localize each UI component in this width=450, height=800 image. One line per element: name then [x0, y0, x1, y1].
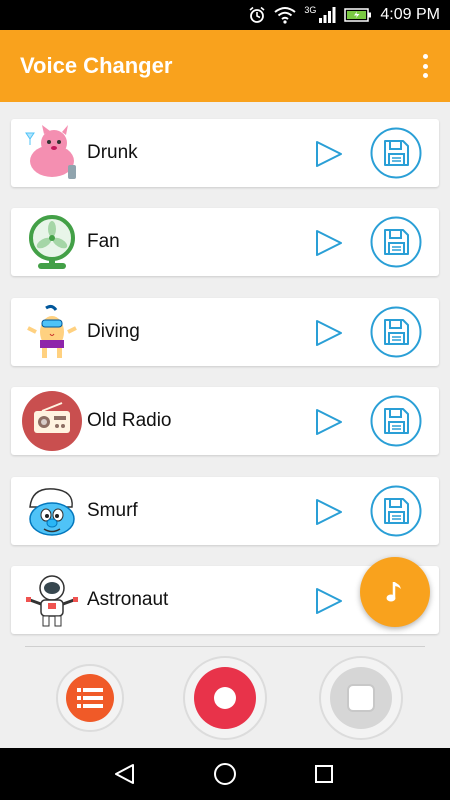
play-outline-icon[interactable]: [311, 405, 345, 439]
effect-name: Smurf: [87, 500, 138, 521]
drunk-cat-icon: [25, 125, 76, 179]
record-button[interactable]: [182, 655, 268, 741]
play-outline-icon[interactable]: [311, 226, 345, 260]
battery-icon: [344, 8, 372, 22]
list-item[interactable]: Old Radio: [11, 387, 439, 455]
app-bar: Voice Changer: [0, 30, 450, 102]
play-outline-icon[interactable]: [311, 495, 345, 529]
effect-name: Drunk: [87, 142, 138, 163]
recordings-list-button[interactable]: [55, 663, 125, 733]
play-outline-icon[interactable]: [311, 584, 345, 618]
floppy-disk-icon[interactable]: [370, 395, 422, 447]
status-bar: 3G 4:09 PM: [0, 0, 450, 30]
list-icon: [77, 688, 103, 708]
music-fab-button[interactable]: [360, 557, 430, 627]
radio-icon: [22, 391, 82, 451]
list-item[interactable]: Fan: [11, 208, 439, 276]
floppy-disk-icon[interactable]: [370, 306, 422, 358]
back-triangle-icon[interactable]: [113, 763, 137, 785]
more-vert-icon[interactable]: [420, 54, 430, 78]
stop-button[interactable]: [318, 655, 404, 741]
effect-name: Diving: [87, 321, 140, 342]
effect-name: Old Radio: [87, 410, 172, 431]
music-note-icon: [386, 582, 401, 602]
recents-square-icon[interactable]: [314, 764, 334, 784]
diver-icon: [27, 304, 77, 358]
list-item[interactable]: Smurf: [11, 477, 439, 545]
divider: [25, 646, 425, 647]
stop-icon: [347, 684, 375, 712]
system-nav-bar: [0, 748, 450, 800]
list-item[interactable]: Diving: [11, 298, 439, 366]
list-item[interactable]: Drunk: [11, 119, 439, 187]
play-outline-icon[interactable]: [311, 316, 345, 350]
floppy-disk-icon[interactable]: [370, 127, 422, 179]
alarm-icon: [249, 6, 265, 23]
app-title: Voice Changer: [20, 53, 173, 78]
fan-icon: [29, 215, 75, 269]
effect-name: Fan: [87, 231, 120, 252]
effects-list[interactable]: Drunk Fan Diving Old Radio Smurf Astrona…: [0, 102, 450, 638]
home-circle-icon[interactable]: [213, 762, 237, 786]
astronaut-icon: [26, 575, 78, 627]
play-outline-icon[interactable]: [311, 137, 345, 171]
wifi-icon: [274, 7, 297, 24]
network-type-label: 3G: [304, 5, 317, 15]
floppy-disk-icon[interactable]: [370, 485, 422, 537]
smurf-icon: [29, 488, 75, 536]
floppy-disk-icon[interactable]: [370, 216, 422, 268]
effect-name: Astronaut: [87, 589, 169, 610]
record-icon: [214, 687, 236, 709]
signal-icon: [319, 7, 336, 23]
clock-time: 4:09 PM: [380, 6, 440, 23]
